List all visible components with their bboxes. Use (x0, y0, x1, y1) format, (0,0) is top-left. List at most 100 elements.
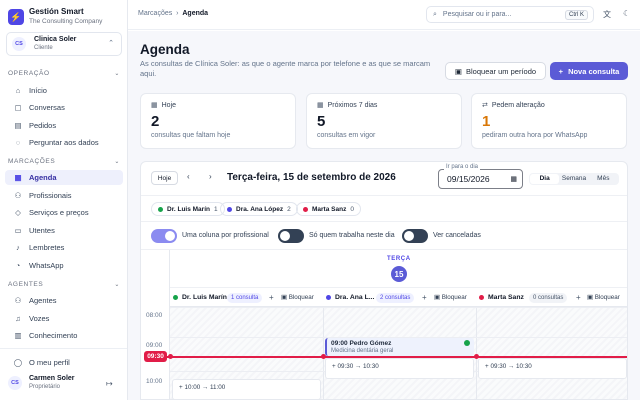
sidebar-item-inicio[interactable]: ⌂ Início (5, 83, 123, 98)
status-dot (303, 206, 308, 212)
sidebar-item-vozes[interactable]: ♫ Vozes (5, 311, 123, 326)
stat-sub: consultas que faltam hoje (151, 132, 231, 139)
sidebar-item-label: Pedidos (29, 121, 57, 130)
sidebar-item-conhecimento[interactable]: ▥ Conhecimento (5, 328, 123, 343)
sidebar-item-profile[interactable]: ◯ O meu perfil (5, 355, 123, 370)
sidebar-item-label: Agentes (29, 296, 57, 305)
chevron-down-icon: ⌄ (114, 282, 120, 288)
current-time-badge: 09:30 (144, 351, 167, 362)
sidebar-item-label: Vozes (29, 314, 50, 323)
column-name-label: Dra. Ana L... (335, 294, 375, 301)
appointment-service: Medicina dentária geral (331, 348, 394, 354)
chevron-right-icon[interactable]: › (209, 172, 212, 181)
toggle-show-cancelled[interactable] (402, 229, 428, 243)
book-icon: ▥ (14, 331, 22, 340)
calendar-panel: Hoje ‹ › Terça-feira, 15 de setembro de … (140, 161, 628, 400)
block-period-button[interactable]: ▣ Bloquear um período (445, 62, 546, 80)
slot-time: 09:30 → 10:30 (337, 363, 379, 370)
section-marcacoes[interactable]: MARCAÇÕES ⌄ (8, 158, 120, 165)
block-label: Bloquear (594, 294, 620, 301)
section-agentes[interactable]: AGENTES ⌄ (8, 281, 120, 288)
time-label: 09:00 (146, 342, 163, 349)
day-label: TERÇA (387, 256, 411, 262)
goto-date-input[interactable]: 09/15/2026 ▦ (438, 169, 523, 189)
sidebar-item-utentes[interactable]: ▭ Utentes (5, 223, 123, 238)
calendar-toolbar: Hoje ‹ › Terça-feira, 15 de setembro de … (141, 162, 627, 196)
avatar: CS (8, 376, 22, 390)
add-icon[interactable]: + (269, 293, 274, 302)
breadcrumb: Marcações › Agenda (138, 10, 208, 17)
chip-name: Marta Sanz (312, 205, 347, 213)
current-time-line (159, 356, 627, 358)
available-slot[interactable]: + 09:30 → 10:30 (478, 358, 627, 379)
document-icon: ▤ (14, 121, 22, 130)
column-name: Dra. Ana L... (326, 294, 374, 301)
toggle-working-today[interactable] (278, 229, 304, 243)
search-input[interactable]: ⌕ Pesquisar ou ir para... Ctrl K (426, 6, 594, 23)
translate-icon[interactable]: 文 (603, 9, 611, 20)
user-menu[interactable]: CS Carmen Soler Proprietário (8, 375, 75, 391)
block-column-button[interactable]: ▣ Bloquear (434, 294, 467, 301)
day-number[interactable]: 15 (391, 266, 407, 282)
add-icon[interactable]: + (422, 293, 427, 302)
available-slot[interactable]: + 10:00 → 11:00 (172, 379, 321, 399)
column-count-badge: 0 consultas (529, 293, 568, 303)
status-dot (158, 206, 163, 212)
logout-icon[interactable]: ↦ (106, 379, 113, 388)
professional-chip[interactable]: Dra. Ana López 2 (220, 202, 298, 216)
page-title: Agenda (140, 42, 190, 57)
appointment-card[interactable]: 09:00 Pedro Gómez Medicina dentária gera… (325, 338, 474, 356)
slot-time: 10:00 → 11:00 (184, 384, 226, 391)
toggle-one-column[interactable] (151, 229, 177, 243)
calendar-block-icon: ▣ (454, 66, 463, 76)
new-appointment-button[interactable]: + Nova consulta (550, 62, 628, 80)
sidebar: ⚡ Gestión Smart The Consulting Company C… (0, 0, 128, 400)
professional-chip[interactable]: Marta Sanz 0 (296, 202, 361, 216)
column-count-badge: 2 consultas (376, 293, 415, 303)
view-tab-dia[interactable]: Dia (530, 174, 560, 184)
sidebar-item-profissionais[interactable]: ⚇ Profissionais (5, 188, 123, 203)
view-tab-semana[interactable]: Semana (559, 174, 588, 184)
column-name: Marta Sanz (479, 294, 524, 301)
moon-icon[interactable]: ☾ (623, 9, 630, 18)
breadcrumb-marcacoes[interactable]: Marcações (138, 10, 172, 17)
sidebar-item-perguntar[interactable]: ◌ Perguntar aos dados (5, 135, 123, 150)
calendar-picker-icon[interactable]: ▦ (510, 175, 517, 183)
stat-card-hoje: ▦ Hoje 2 consultas que faltam hoje (140, 93, 296, 149)
lightning-logo-icon: ⚡ (8, 9, 24, 25)
sidebar-item-agenda[interactable]: ▦ Agenda (5, 170, 123, 185)
view-tab-mes[interactable]: Mês (589, 174, 618, 184)
user-icon: ◯ (13, 358, 23, 367)
calendar-block-icon: ▣ (434, 294, 442, 301)
sidebar-item-pedidos[interactable]: ▤ Pedidos (5, 118, 123, 133)
hour-line (170, 307, 627, 308)
available-slot[interactable]: + 09:30 → 10:30 (325, 358, 474, 379)
toggle-row: Uma coluna por profissional Só quem trab… (141, 222, 627, 250)
section-label: OPERAÇÃO (8, 70, 50, 77)
chevron-left-icon[interactable]: ‹ (187, 172, 190, 181)
add-icon[interactable]: + (576, 293, 581, 302)
professional-chip[interactable]: Dr. Luis Marín 1 (151, 202, 225, 216)
client-switcher[interactable]: CS Clinica Soler Cliente ⌃ (6, 32, 122, 56)
stat-value: 5 (317, 113, 326, 130)
section-operacao[interactable]: OPERAÇÃO ⌄ (8, 70, 120, 77)
block-column-button[interactable]: ▣ Bloquear (587, 294, 620, 301)
sidebar-item-lembretes[interactable]: ♪ Lembretes (5, 240, 123, 255)
plus-icon: + (558, 66, 564, 76)
sidebar-item-whatsapp[interactable]: ◔ WhatsApp (5, 258, 123, 273)
sidebar-item-agentes[interactable]: ⚇ Agentes (5, 293, 123, 308)
brand[interactable]: ⚡ Gestión Smart The Consulting Company (8, 7, 102, 27)
sidebar-item-conversas[interactable]: ▢ Conversas (5, 100, 123, 115)
today-button[interactable]: Hoje (151, 171, 178, 185)
sidebar-item-label: O meu perfil (29, 358, 70, 367)
sidebar-item-label: Lembretes (29, 243, 65, 252)
calendar-block-icon: ▣ (281, 294, 289, 301)
shortcut-badge: Ctrl K (565, 10, 588, 20)
stat-card-proximos: ▦ Próximos 7 dias 5 consultas em vigor (306, 93, 462, 149)
time-label: 10:00 (146, 378, 163, 385)
block-column-button[interactable]: ▣ Bloquear (281, 294, 314, 301)
sidebar-item-servicos[interactable]: ◇ Serviços e preços (5, 205, 123, 220)
chip-count: 0 (350, 205, 354, 213)
swap-icon: ⇄ (482, 102, 488, 109)
column-name: Dr. Luis Marín (173, 294, 227, 301)
